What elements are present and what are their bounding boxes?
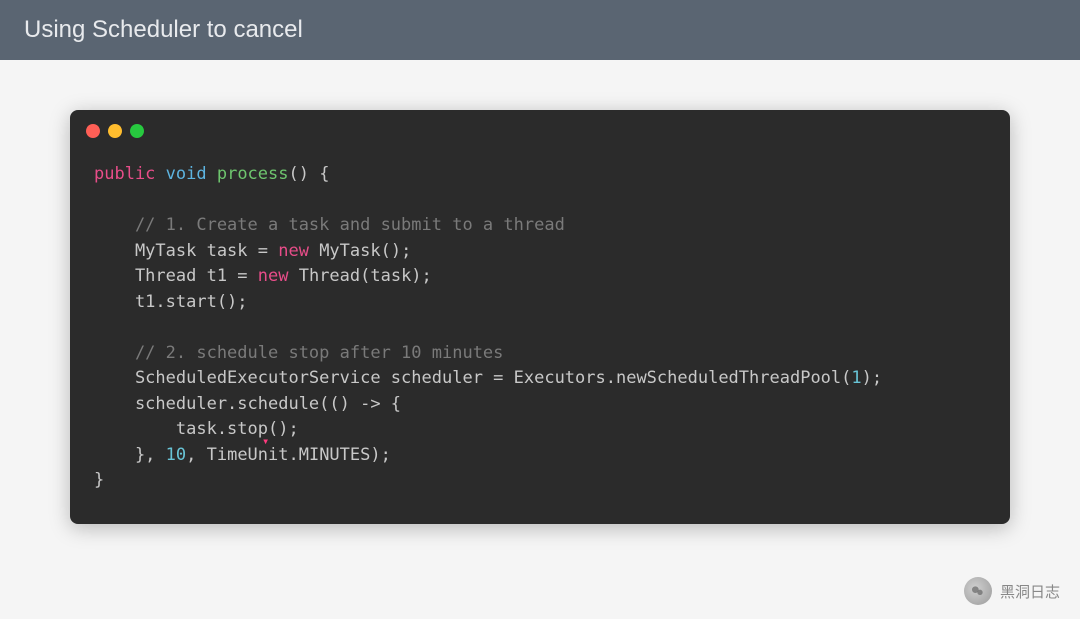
keyword-public: public [94,164,155,184]
code-text: Thread(task); [288,266,431,286]
code-text: MyTask(); [309,241,411,261]
wechat-icon [964,577,992,605]
close-icon [86,124,100,138]
code-text: Thread t1 = [94,266,258,286]
code-text: (); [268,419,299,439]
maximize-icon [130,124,144,138]
code-text: t1.start(); [94,292,248,312]
keyword-new: new [258,266,289,286]
code-text: , TimeUnit.MINUTES); [186,445,391,465]
code-text: MyTask task = [94,241,278,261]
code-number: 1 [851,368,861,388]
minimize-icon [108,124,122,138]
code-window: public void process() { // 1. Create a t… [70,110,1010,524]
watermark-text: 黑洞日志 [1000,581,1060,602]
code-number: 10 [166,445,186,465]
slide-header: Using Scheduler to cancel [0,0,1080,60]
code-text: }, [94,445,166,465]
keyword-new: new [278,241,309,261]
slide-title: Using Scheduler to cancel [24,16,303,43]
function-name: process [207,164,289,184]
keyword-void: void [155,164,206,184]
code-text: ScheduledExecutorService scheduler = Exe… [94,368,851,388]
code-text: scheduler.schedule(() -> { [94,394,401,414]
watermark: 黑洞日志 [964,577,1060,605]
code-text: task.stop [94,419,268,439]
code-body: public void process() { // 1. Create a t… [70,146,1010,524]
code-comment: // 2. schedule stop after 10 minutes [94,343,503,363]
code-comment: // 1. Create a task and submit to a thre… [94,215,565,235]
code-text: () { [289,164,330,184]
code-text: ); [862,368,882,388]
window-title-bar [70,110,1010,146]
code-text: } [94,470,104,490]
content-area: public void process() { // 1. Create a t… [0,60,1080,554]
